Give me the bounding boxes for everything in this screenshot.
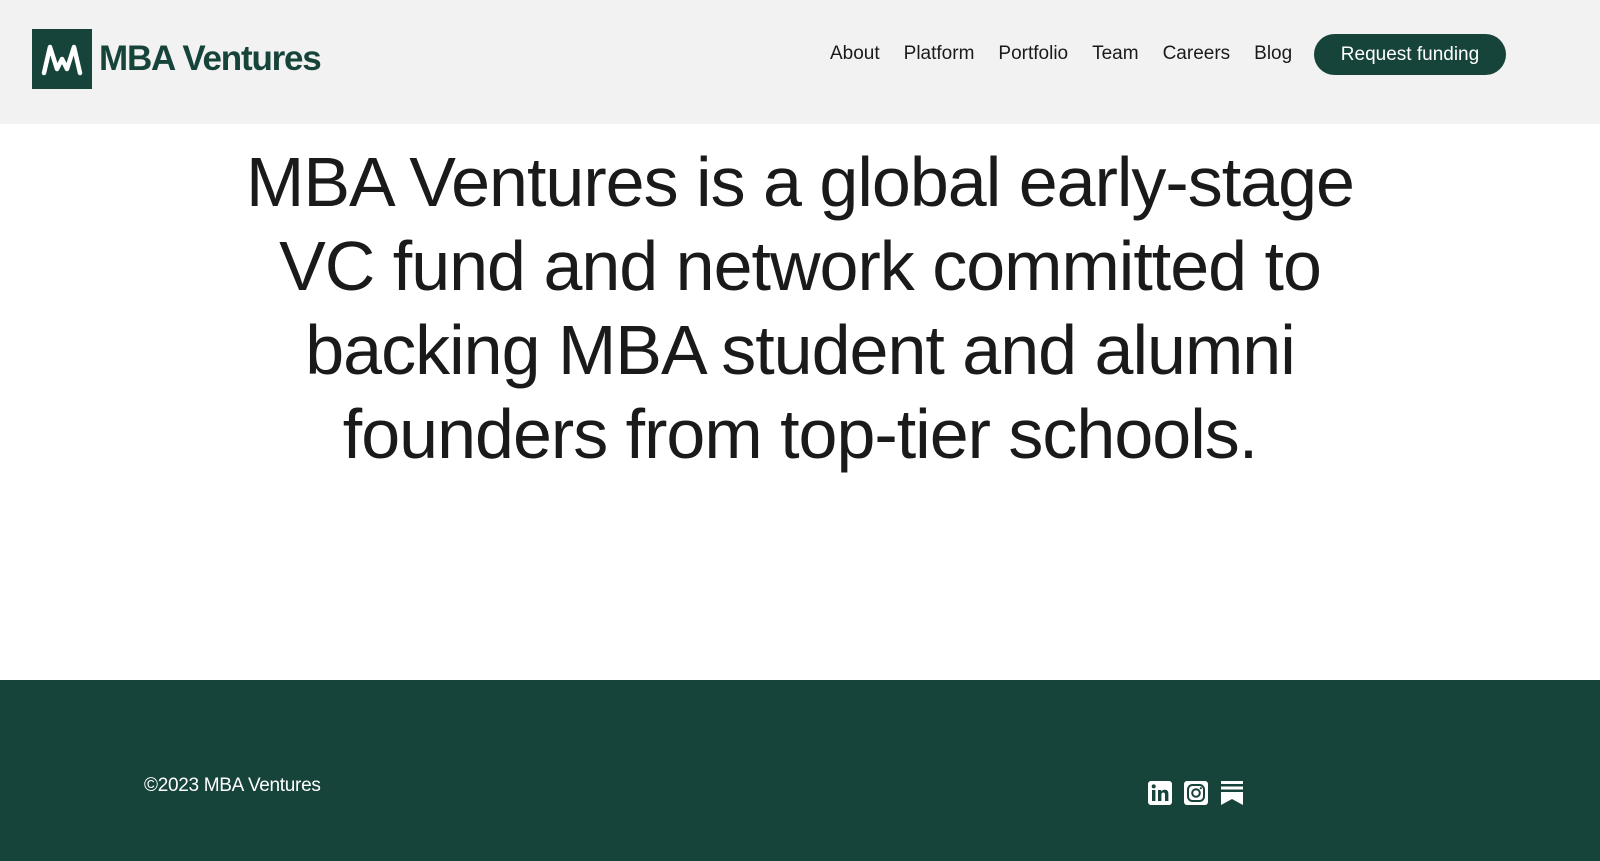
hero-line: VC fund and network committed to: [279, 227, 1322, 305]
nav-item-blog[interactable]: Blog: [1254, 43, 1292, 65]
nav-item-about[interactable]: About: [830, 43, 880, 65]
nav-item-portfolio[interactable]: Portfolio: [998, 43, 1068, 65]
nav-item-platform[interactable]: Platform: [904, 43, 975, 65]
nav-item-careers[interactable]: Careers: [1163, 43, 1231, 65]
hero-line: founders from top-tier schools.: [342, 395, 1258, 473]
copyright-text: ©2023 MBA Ventures: [144, 775, 321, 796]
hero-line: backing MBA student and alumni: [305, 311, 1296, 389]
linkedin-icon[interactable]: [1148, 781, 1172, 805]
request-funding-button[interactable]: Request funding: [1314, 34, 1506, 75]
brand-name: MBA Ventures: [99, 39, 322, 78]
hero-line: MBA Ventures is a global early-stage: [246, 143, 1355, 221]
instagram-icon[interactable]: [1184, 781, 1208, 805]
logo-link[interactable]: MBA Ventures: [32, 29, 322, 89]
site-header: MBA Ventures About Platform Portfolio Te…: [0, 0, 1600, 124]
main-nav: About Platform Portfolio Team Careers Bl…: [830, 34, 1316, 74]
nav-item-team[interactable]: Team: [1092, 43, 1138, 65]
hero-statement: MBA Ventures is a global early-stage VC …: [200, 140, 1400, 476]
site-footer: ©2023 MBA Ventures: [0, 680, 1600, 861]
page: MBA Ventures About Platform Portfolio Te…: [0, 0, 1600, 861]
mba-m-pulse-icon: [32, 29, 92, 89]
social-links: [1148, 781, 1256, 805]
substack-icon[interactable]: [1220, 781, 1244, 805]
